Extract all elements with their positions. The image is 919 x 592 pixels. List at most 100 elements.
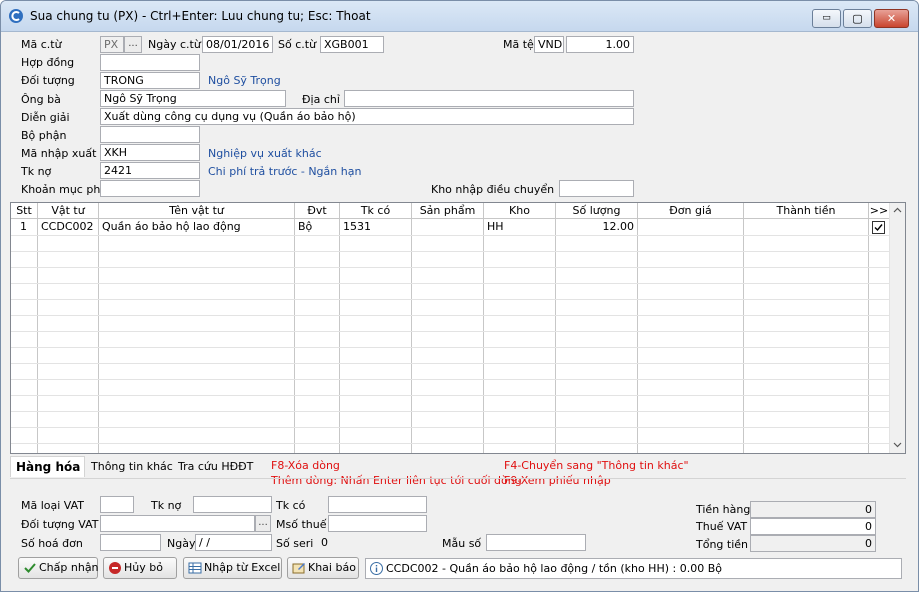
tab-other-info[interactable]: Thông tin khác [86,456,178,477]
scroll-down-icon[interactable] [890,437,905,452]
declare-button-label: Khai báo [308,561,356,574]
close-icon: ✕ [886,12,897,25]
transaction-code-field[interactable]: XKH [100,144,200,161]
vat-total-field[interactable]: 0 [750,518,876,535]
form-edit-icon [292,563,305,574]
transaction-code-label: Mã nhập xuất [21,147,97,160]
cell-warehouse[interactable]: HH [484,219,555,235]
description-label: Diễn giải [21,111,70,124]
debit-account-name: Chi phí trả trước - Ngắn hạn [208,165,362,178]
department-field[interactable] [100,126,200,143]
vat-type-label: Mã loại VAT [21,499,85,512]
declare-button[interactable]: Khai báo [287,557,359,579]
tax-code-label: Msố thuế [276,518,327,531]
form-number-field[interactable] [486,534,586,551]
grid-vertical-scrollbar[interactable] [889,203,905,453]
col-header-item-name[interactable]: Tên vật tư [99,203,295,219]
vat-partner-label: Đối tượng VAT [21,518,99,531]
tab-goods[interactable]: Hàng hóa [10,456,85,477]
goods-total-field: 0 [750,501,876,518]
serial-number-field[interactable]: 0 [320,534,427,551]
col-header-unit-price[interactable]: Đơn giá [638,203,744,219]
transaction-code-name: Nghiệp vụ xuất khác [208,147,322,160]
vat-type-field[interactable] [100,496,134,513]
invoice-date-field[interactable]: / / [195,534,272,551]
checkmark-icon [24,563,36,573]
invoice-number-field[interactable] [100,534,161,551]
vat-debit-account-field[interactable] [193,496,272,513]
col-header-expand[interactable]: >> [869,203,889,219]
vat-partner-browse-button[interactable]: ... [255,515,271,532]
cell-amount[interactable] [744,219,868,235]
voucher-number-label: Số c.từ [278,38,317,51]
description-field[interactable]: Xuất dùng công cụ dụng vụ (Quần áo bảo h… [100,108,634,125]
exchange-rate-field[interactable]: 1.00 [566,36,634,53]
tab-einvoice-lookup[interactable]: Tra cứu HĐĐT [173,456,258,477]
scroll-up-icon[interactable] [890,203,905,218]
app-icon [9,9,23,23]
col-header-product[interactable]: Sản phẩm [412,203,484,219]
voucher-date-label: Ngày c.từ [148,38,201,51]
col-header-stt[interactable]: Stt [11,203,38,219]
row-checkbox[interactable] [872,221,885,234]
col-header-credit-account[interactable]: Tk có [340,203,412,219]
tax-code-field[interactable] [328,515,427,532]
maximize-icon: ▢ [852,12,863,25]
maximize-button[interactable]: ▢ [843,9,872,28]
col-header-unit[interactable]: Đvt [295,203,340,219]
serial-number-label: Số seri [276,537,314,550]
cell-credit-account[interactable]: 1531 [340,219,411,235]
minimize-button[interactable]: ▭ [812,9,841,28]
partner-name: Ngô Sỹ Trọng [208,74,281,87]
close-button[interactable]: ✕ [874,9,909,28]
items-grid[interactable]: Stt Vật tư Tên vật tư Đvt Tk có Sản phẩm… [10,202,906,454]
voucher-code-label: Mã c.từ [21,38,62,51]
invoice-date-label: Ngày [167,537,196,550]
contact-person-field[interactable]: Ngô Sỹ Trọng [100,90,286,107]
title-bar[interactable]: Sua chung tu (PX) - Ctrl+Enter: Luu chun… [1,1,918,32]
status-text: CCDC002 - Quần áo bảo hộ lao động / tồn … [386,562,722,575]
transfer-warehouse-field[interactable] [559,180,634,197]
cell-stt[interactable]: 1 [17,219,37,235]
debit-account-label: Tk nợ [21,165,52,178]
grand-total-field: 0 [750,535,876,552]
cell-item-code[interactable]: CCDC002 [38,219,98,235]
grand-total-label: Tổng tiền [696,538,749,551]
transfer-warehouse-label: Kho nhập điều chuyển [431,183,555,196]
address-field[interactable] [344,90,634,107]
debit-account-field[interactable]: 2421 [100,162,200,179]
expense-item-field[interactable] [100,180,200,197]
voucher-number-field[interactable]: XGB001 [320,36,384,53]
vat-credit-account-label: Tk có [276,499,306,512]
cell-unit-price[interactable] [638,219,743,235]
cell-product[interactable] [412,219,483,235]
contract-field[interactable] [100,54,200,71]
col-header-quantity[interactable]: Số lượng [556,203,638,219]
vat-credit-account-field[interactable] [328,496,427,513]
currency-field[interactable]: VND [534,36,564,53]
stop-icon [109,562,121,574]
cancel-button[interactable]: Hủy bỏ [103,557,177,579]
minimize-icon: ▭ [822,13,831,23]
partner-label: Đối tượng [21,74,75,87]
import-excel-button-label: Nhập từ Excel [204,561,281,574]
cell-unit[interactable]: Bộ [295,219,339,235]
accept-button[interactable]: Chấp nhận [18,557,99,579]
voucher-code-browse-button[interactable]: ... [124,36,142,53]
status-bar: CCDC002 - Quần áo bảo hộ lao động / tồn … [365,558,902,579]
col-header-amount[interactable]: Thành tiền [744,203,869,219]
address-label: Địa chỉ [302,93,340,106]
voucher-code-field[interactable]: PX [100,36,124,53]
department-label: Bộ phận [21,129,67,142]
voucher-date-field[interactable]: 08/01/2016 [202,36,273,53]
invoice-number-label: Số hoá đơn [21,537,83,550]
partner-field[interactable]: TRONG [100,72,200,89]
import-excel-button[interactable]: Nhập từ Excel [183,557,282,579]
cell-item-name[interactable]: Quần áo bảo hộ lao động [99,219,294,235]
col-header-warehouse[interactable]: Kho [484,203,556,219]
col-header-item-code[interactable]: Vật tư [38,203,99,219]
form-number-label: Mẫu số [442,537,482,550]
vat-partner-field[interactable] [100,515,255,532]
hint-switch-tab: F4-Chuyển sang "Thông tin khác" [504,459,689,472]
cell-quantity[interactable]: 12.00 [556,219,637,235]
